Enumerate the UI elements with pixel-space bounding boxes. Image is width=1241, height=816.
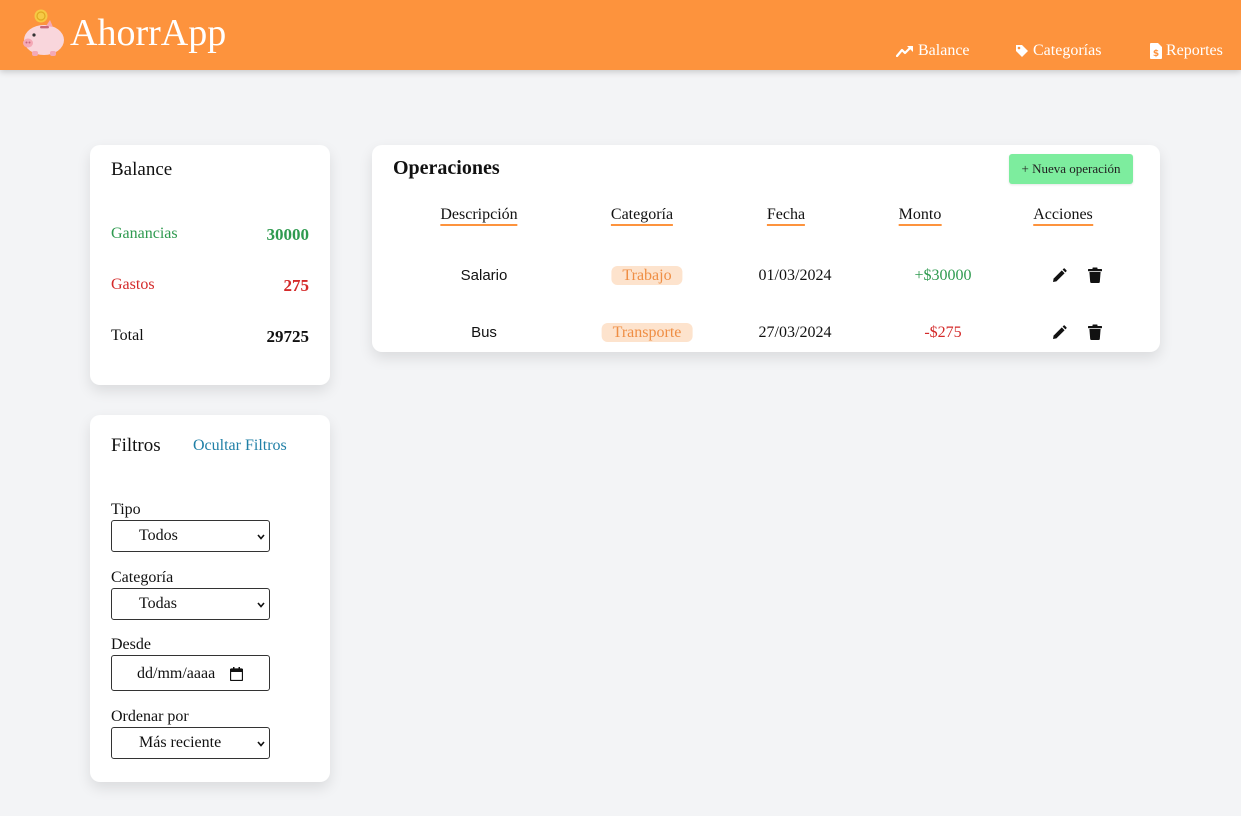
hide-filters-link[interactable]: Ocultar Filtros (193, 437, 287, 455)
row2-monto: -$275 (924, 324, 962, 341)
desde-date-input[interactable]: dd/mm/aaaa (111, 655, 270, 691)
ganancias-row: Ganancias 30000 (111, 225, 309, 245)
orden-label: Ordenar por (111, 708, 189, 725)
calendar-icon[interactable] (230, 667, 243, 681)
orden-select-value: Más reciente (139, 734, 222, 751)
desde-label: Desde (111, 636, 151, 653)
header-categoria: Categoría (610, 206, 674, 226)
new-operation-button[interactable]: + Nueva operación (1009, 154, 1133, 184)
row2-descripcion: Bus (471, 324, 497, 341)
ganancias-value: 30000 (266, 225, 310, 244)
tag-icon (1016, 45, 1028, 57)
row1-categoria-cell: Trabajo (611, 266, 683, 286)
edit-icon[interactable] (1051, 268, 1067, 284)
piggy-bank-icon (23, 9, 64, 56)
nav-balance-label: Balance (918, 42, 970, 59)
app-header: AhorrApp Balance Categorías $ Reportes (0, 0, 1241, 70)
chevron-down-icon (257, 741, 265, 747)
categoria-label: Categoría (111, 569, 174, 586)
row1-descripcion: Salario (460, 267, 508, 284)
gastos-row: Gastos 275 (111, 276, 309, 296)
total-row: Total 29725 (111, 327, 309, 347)
balance-title: Balance (111, 159, 173, 180)
ganancias-label: Ganancias (111, 225, 178, 242)
chevron-down-icon (257, 534, 265, 540)
edit-icon[interactable] (1051, 325, 1067, 341)
chevron-down-icon (257, 602, 265, 608)
tipo-label: Tipo (111, 501, 141, 518)
row2-fecha: 27/03/2024 (758, 324, 832, 341)
nav-reportes-label: Reportes (1166, 42, 1223, 59)
trash-icon[interactable] (1087, 267, 1103, 283)
header-fecha: Fecha (766, 206, 806, 226)
app-title[interactable]: AhorrApp (70, 14, 226, 52)
tipo-select-value: Todos (139, 527, 178, 544)
total-label: Total (111, 327, 144, 344)
categoria-select[interactable]: Todas (111, 588, 270, 620)
nav-balance[interactable]: Balance (896, 42, 970, 60)
orden-select[interactable]: Más reciente (111, 727, 270, 759)
row2-categoria-cell: Transporte (601, 323, 693, 343)
header-descripcion: Descripción (440, 206, 518, 226)
desde-date-placeholder: dd/mm/aaaa (137, 665, 216, 682)
trash-icon[interactable] (1087, 324, 1103, 340)
filters-title: Filtros (111, 435, 161, 456)
nav-categorias-label: Categorías (1033, 42, 1102, 59)
trending-up-icon (896, 45, 913, 57)
nav-categorias[interactable]: Categorías (1015, 42, 1101, 60)
gastos-value: 275 (283, 276, 310, 295)
row1-fecha: 01/03/2024 (758, 267, 832, 284)
operations-title: Operaciones (393, 157, 500, 179)
svg-text:$: $ (1153, 49, 1159, 59)
balance-card: Balance Ganancias 30000 Gastos 275 Total… (90, 145, 330, 385)
file-dollar-icon: $ (1150, 43, 1162, 59)
header-acciones: Acciones (1033, 206, 1093, 226)
header-monto: Monto (898, 206, 942, 226)
operations-card: Operaciones + Nueva operación Descripció… (372, 145, 1160, 352)
total-value: 29725 (266, 327, 310, 346)
category-badge: Transporte (601, 323, 693, 342)
tipo-select[interactable]: Todos (111, 520, 270, 552)
filters-card: Filtros Ocultar Filtros Tipo Todos Categ… (90, 415, 330, 782)
row1-monto: +$30000 (914, 267, 972, 284)
category-badge: Trabajo (611, 266, 683, 285)
categoria-select-value: Todas (139, 595, 177, 612)
nav-reportes[interactable]: $ Reportes (1150, 42, 1223, 60)
gastos-label: Gastos (111, 276, 155, 293)
